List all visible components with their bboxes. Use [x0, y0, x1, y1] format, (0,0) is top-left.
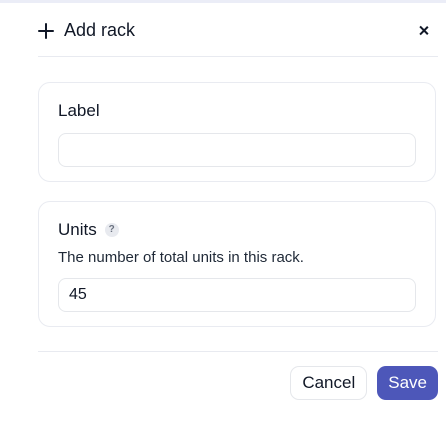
- label-field-label-text: Label: [58, 101, 100, 120]
- label-field-card: Label: [38, 82, 436, 182]
- footer-divider: [38, 351, 438, 352]
- header-divider: [38, 56, 438, 57]
- add-rack-dialog: Add rack Label Units ? The number of tot…: [0, 0, 446, 434]
- save-button[interactable]: Save: [377, 366, 438, 400]
- label-input[interactable]: [58, 133, 416, 167]
- cancel-button[interactable]: Cancel: [290, 366, 368, 400]
- dialog-header: Add rack: [38, 20, 135, 41]
- label-field-label: Label: [58, 101, 100, 121]
- close-icon: [419, 26, 428, 35]
- dialog-footer: Cancel Save: [290, 366, 438, 400]
- plus-icon: [38, 22, 54, 39]
- units-field-label: Units ?: [58, 220, 119, 240]
- top-border: [0, 0, 446, 3]
- units-field-label-text: Units: [58, 220, 97, 239]
- units-input[interactable]: [58, 278, 416, 312]
- dialog-title: Add rack: [64, 20, 136, 40]
- close-button[interactable]: [412, 19, 434, 41]
- units-field-description: The number of total units in this rack.: [58, 249, 304, 266]
- question-icon[interactable]: ?: [104, 223, 119, 237]
- units-field-card: Units ? The number of total units in thi…: [38, 201, 436, 327]
